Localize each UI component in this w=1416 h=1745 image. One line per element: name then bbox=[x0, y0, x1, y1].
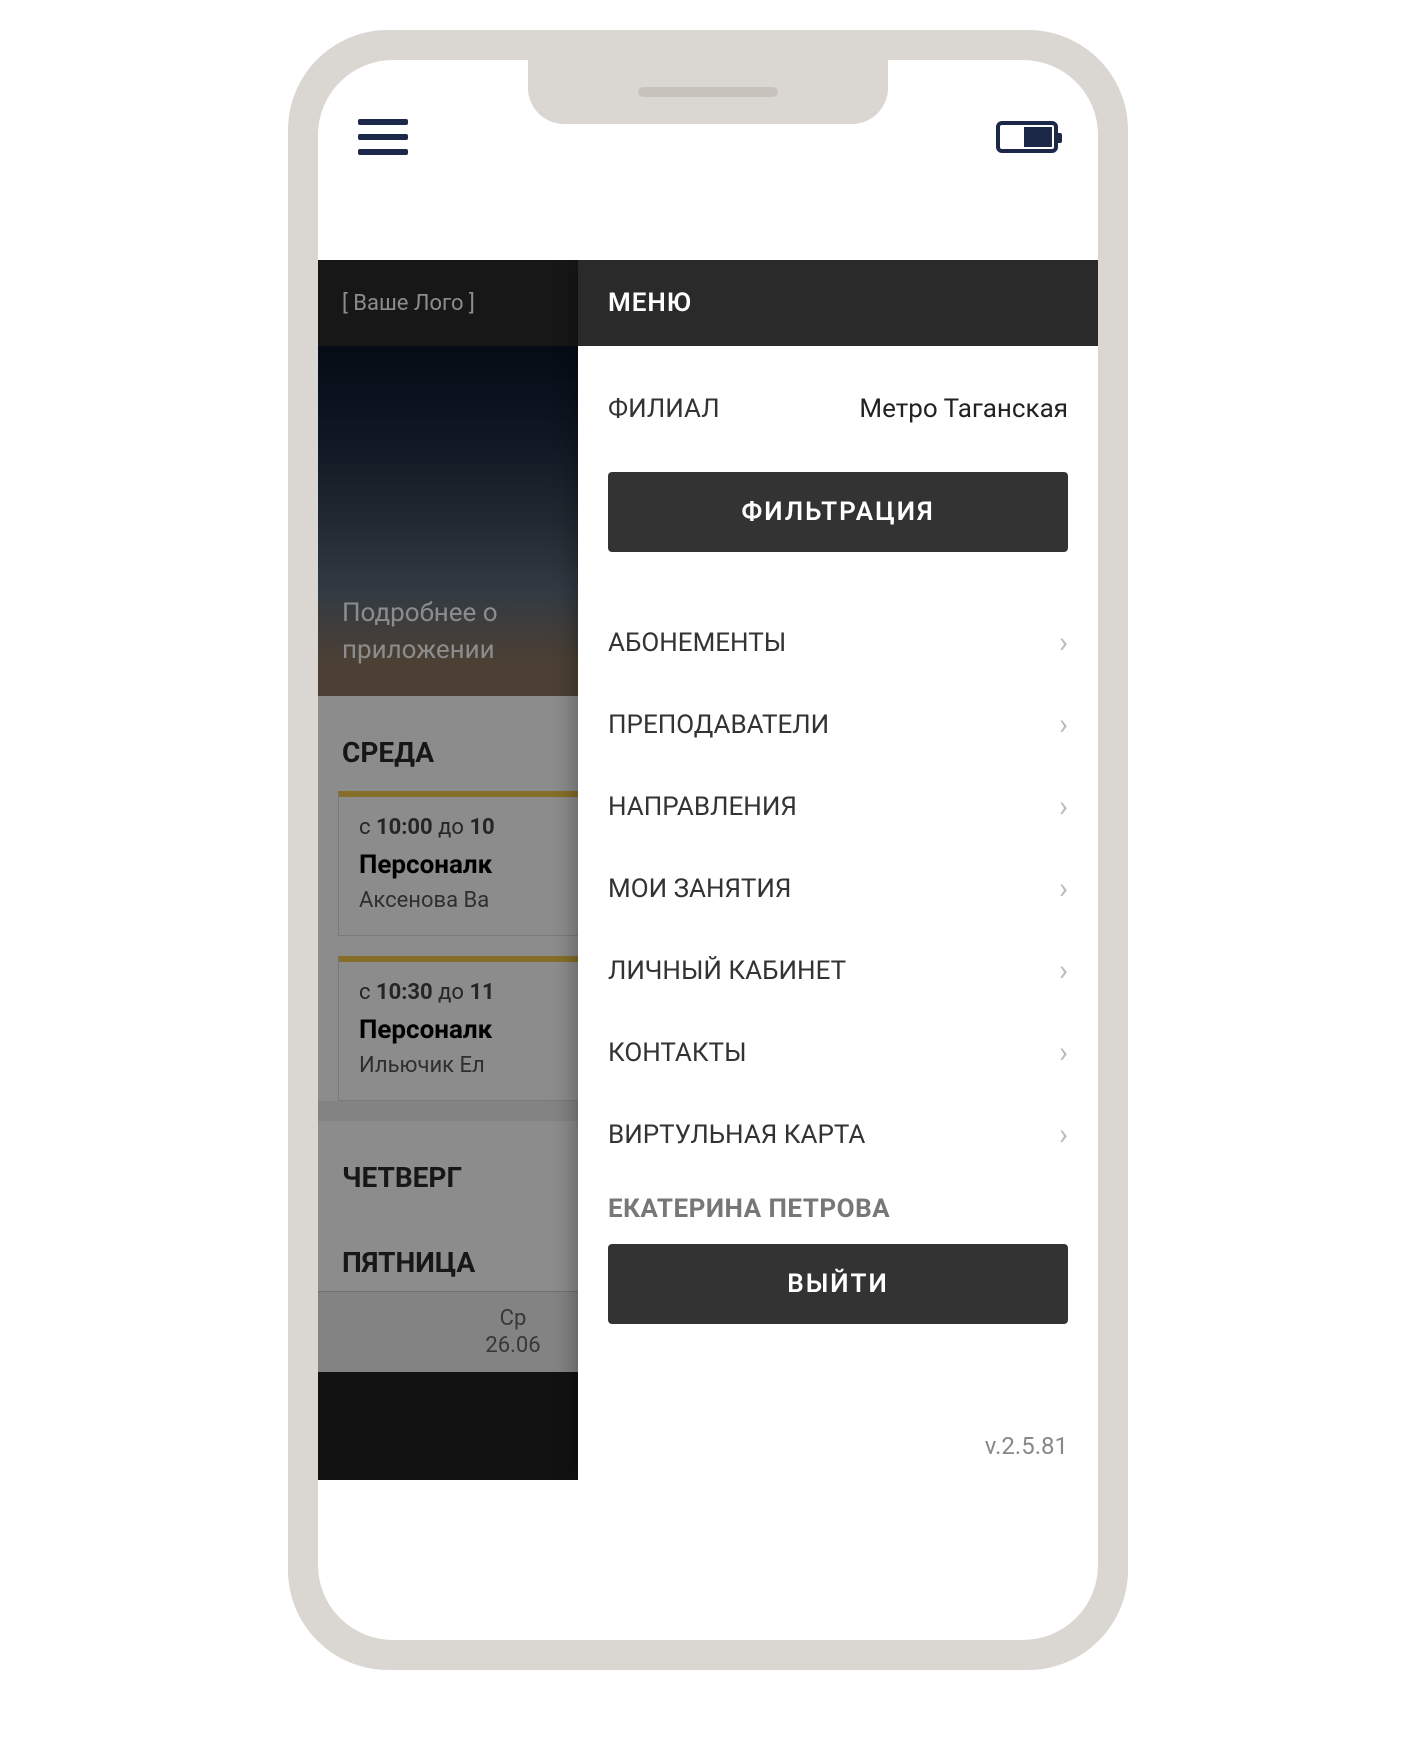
menu-item-teachers[interactable]: ПРЕПОДАВАТЕЛИ › bbox=[578, 684, 1098, 766]
side-menu: МЕНЮ ФИЛИАЛ Метро Таганская ФИЛЬТРАЦИЯ А… bbox=[578, 260, 1098, 1480]
logout-button[interactable]: ВЫЙТИ bbox=[608, 1244, 1068, 1324]
branch-value: Метро Таганская bbox=[859, 394, 1068, 424]
chevron-right-icon: › bbox=[1059, 956, 1068, 986]
phone-screen: [ Ваше Лого ] Подробнее о приложении СРЕ… bbox=[318, 60, 1098, 1640]
chevron-right-icon: › bbox=[1059, 1120, 1068, 1150]
chevron-right-icon: › bbox=[1059, 792, 1068, 822]
chevron-right-icon: › bbox=[1059, 710, 1068, 740]
menu-item-contacts[interactable]: КОНТАКТЫ › bbox=[578, 1012, 1098, 1094]
app-viewport: [ Ваше Лого ] Подробнее о приложении СРЕ… bbox=[318, 260, 1098, 1480]
menu-item-subscriptions[interactable]: АБОНЕМЕНТЫ › bbox=[578, 602, 1098, 684]
menu-item-virtualcard[interactable]: ВИРТУЛЬНАЯ КАРТА › bbox=[578, 1094, 1098, 1176]
branch-label: ФИЛИАЛ bbox=[608, 394, 720, 424]
chevron-right-icon: › bbox=[1059, 874, 1068, 904]
phone-frame: [ Ваше Лого ] Подробнее о приложении СРЕ… bbox=[288, 30, 1128, 1670]
menu-title: МЕНЮ bbox=[578, 260, 1098, 346]
menu-item-directions[interactable]: НАПРАВЛЕНИЯ › bbox=[578, 766, 1098, 848]
branch-selector[interactable]: ФИЛИАЛ Метро Таганская bbox=[578, 346, 1098, 472]
chevron-right-icon: › bbox=[1059, 1038, 1068, 1068]
menu-list: АБОНЕМЕНТЫ › ПРЕПОДАВАТЕЛИ › НАПРАВЛЕНИЯ… bbox=[578, 582, 1098, 1186]
filter-button[interactable]: ФИЛЬТРАЦИЯ bbox=[608, 472, 1068, 552]
user-name: ЕКАТЕРИНА ПЕТРОВА bbox=[578, 1186, 1098, 1244]
phone-notch bbox=[528, 60, 888, 124]
chevron-right-icon: › bbox=[1059, 628, 1068, 658]
hamburger-icon[interactable] bbox=[358, 119, 408, 155]
menu-item-myclasses[interactable]: МОИ ЗАНЯТИЯ › bbox=[578, 848, 1098, 930]
battery-icon bbox=[996, 121, 1058, 153]
menu-item-account[interactable]: ЛИЧНЫЙ КАБИНЕТ › bbox=[578, 930, 1098, 1012]
version-label: v.2.5.81 bbox=[578, 1412, 1098, 1480]
